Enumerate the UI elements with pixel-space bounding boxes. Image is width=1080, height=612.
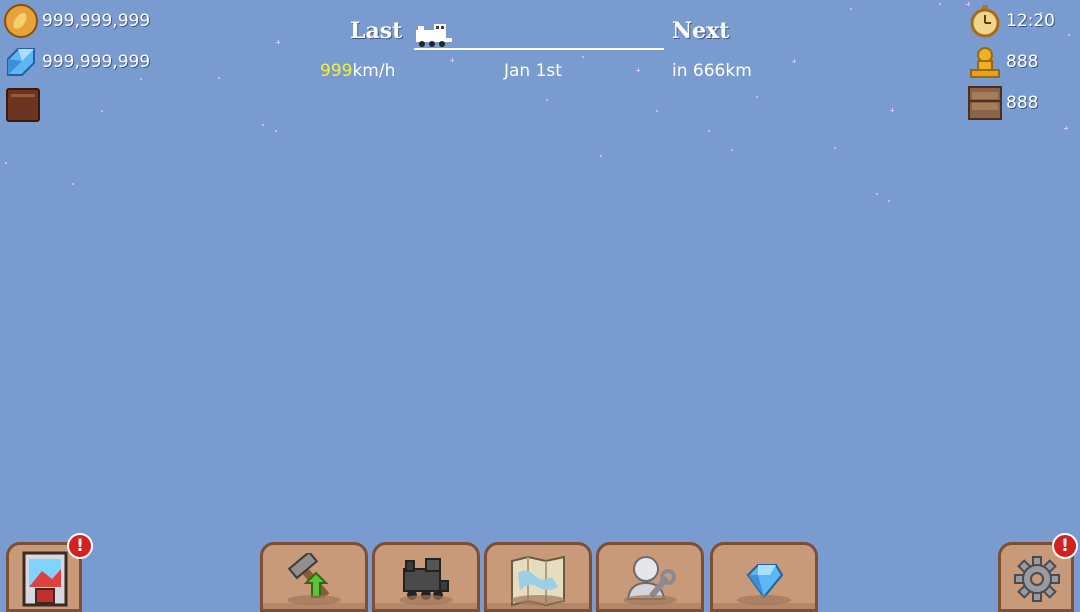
last-station-label: Last	[350, 18, 403, 44]
crate-icon	[968, 86, 1002, 120]
journal-button[interactable]	[6, 88, 40, 122]
map-button[interactable]	[484, 542, 592, 612]
train-position-icon	[416, 24, 452, 47]
gem-counter: 999,999,999	[4, 45, 150, 79]
speed-unit: km/h	[352, 61, 396, 81]
shop-icon	[22, 551, 68, 607]
distance-to-next: in 666km	[672, 61, 752, 81]
gem-shop-button[interactable]	[710, 542, 818, 612]
passenger-count: 888	[1006, 52, 1039, 72]
gear-icon	[1014, 556, 1060, 602]
coin-amount: 999,999,999	[42, 11, 151, 31]
shop-alert-badge: !	[67, 533, 93, 559]
passenger-icon	[968, 45, 1002, 79]
next-station-label: Next	[672, 18, 730, 44]
gem-icon	[4, 45, 38, 79]
passenger-counter: 888	[968, 45, 1038, 79]
clock-time: 12:20	[1006, 11, 1055, 31]
track-line	[414, 48, 664, 50]
cargo-count: 888	[1006, 93, 1039, 113]
upgrade-button[interactable]	[260, 542, 368, 612]
game-date: Jan 1st	[504, 61, 562, 81]
speed-readout: 999km/h	[320, 61, 395, 81]
coin-counter: 999,999,999	[4, 4, 150, 38]
clock-display: 12:20	[968, 4, 1055, 38]
train-button[interactable]	[372, 542, 480, 612]
journey-progress: Last Next 999km/h Jan 1st in 666km	[320, 16, 770, 86]
stopwatch-icon	[968, 4, 1002, 38]
gem-amount: 999,999,999	[42, 52, 151, 72]
workers-button[interactable]	[596, 542, 704, 612]
speed-value: 999	[320, 61, 353, 81]
book-icon	[6, 88, 40, 122]
coin-icon	[4, 4, 38, 38]
cargo-counter: 888	[968, 86, 1038, 120]
settings-alert-badge: !	[1052, 533, 1078, 559]
